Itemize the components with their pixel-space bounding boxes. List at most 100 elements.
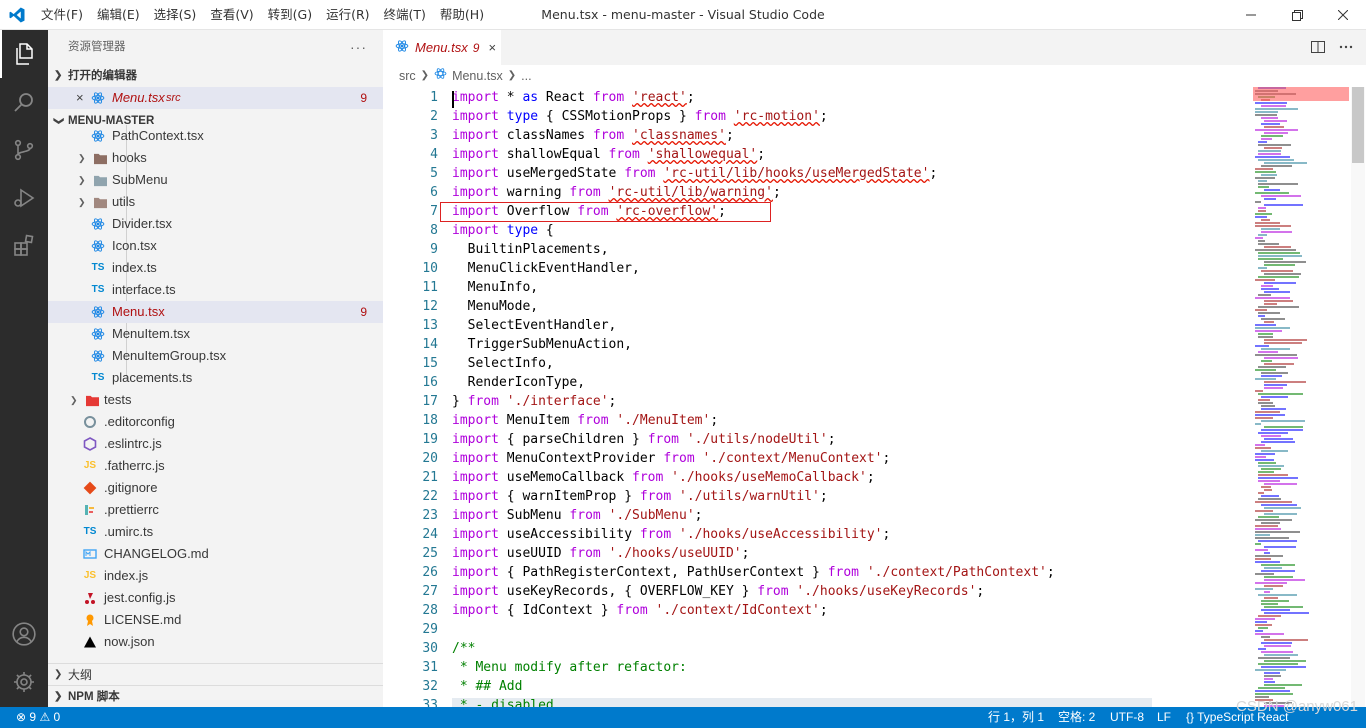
folder-item[interactable]: ❯ hooks: [48, 147, 383, 169]
file-item[interactable]: CHANGELOG.md: [48, 543, 383, 565]
line-number: 3: [430, 128, 438, 143]
close-window-button[interactable]: [1320, 0, 1366, 30]
minimap-line: [1255, 168, 1273, 170]
vertical-scrollbar[interactable]: [1351, 87, 1365, 707]
menu-go[interactable]: 转到(G): [261, 0, 319, 30]
code-line: import type { CSSMotionProps } from 'rc-…: [452, 109, 828, 124]
more-actions-icon[interactable]: ···: [350, 30, 367, 65]
file-item[interactable]: .prettierrc: [48, 499, 383, 521]
split-editor-icon[interactable]: [1310, 39, 1326, 55]
tab-menu-tsx[interactable]: Menu.tsx 9 ×: [383, 30, 501, 65]
minimap-line: [1255, 414, 1285, 416]
file-item[interactable]: JS .fatherrc.js: [48, 455, 383, 477]
code-line: import useMergedState from 'rc-util/lib/…: [452, 166, 938, 181]
source-control-icon[interactable]: [0, 126, 48, 174]
react-file-icon: [90, 304, 106, 320]
close-icon[interactable]: ×: [76, 87, 84, 109]
file-item[interactable]: {} package.json: [48, 653, 383, 657]
breadcrumb-folder[interactable]: src: [399, 65, 416, 87]
menu-help[interactable]: 帮助(H): [433, 0, 491, 30]
menu-run[interactable]: 运行(R): [319, 0, 376, 30]
minimap-line: [1264, 189, 1280, 191]
code-line: import warning from 'rc-util/lib/warning…: [452, 185, 781, 200]
open-editors-section[interactable]: ❯ 打开的编辑器: [48, 65, 383, 87]
menu-terminal[interactable]: 终端(T): [377, 0, 433, 30]
file-item[interactable]: Icon.tsx: [48, 235, 383, 257]
encoding-status[interactable]: UTF-8: [1110, 707, 1144, 728]
react-file-icon: [90, 326, 106, 342]
cursor-position[interactable]: 行 1，列 1: [988, 707, 1044, 728]
chevron-right-icon: ❯: [78, 153, 86, 163]
title-bar: 文件(F) 编辑(E) 选择(S) 查看(V) 转到(G) 运行(R) 终端(T…: [0, 0, 1366, 30]
file-item[interactable]: TS .umirc.ts: [48, 521, 383, 543]
minimap-line: [1258, 255, 1302, 257]
react-file-icon: [90, 128, 106, 144]
problems-status[interactable]: ⊗ 9 ⚠ 0: [16, 707, 60, 728]
menu-file[interactable]: 文件(F): [34, 0, 90, 30]
minimap[interactable]: [1253, 87, 1349, 707]
file-item[interactable]: LICENSE.md: [48, 609, 383, 631]
code-editor[interactable]: 1 import * as React from 'react'; 2 import …: [383, 87, 1253, 707]
line-number: 18: [422, 413, 438, 428]
minimap-line: [1261, 486, 1271, 488]
file-name: LICENSE.md: [104, 612, 182, 627]
breadcrumb-symbol[interactable]: ...: [521, 65, 531, 87]
file-item[interactable]: Divider.tsx: [48, 213, 383, 235]
minimap-line: [1264, 303, 1277, 305]
menu-edit[interactable]: 编辑(E): [90, 0, 147, 30]
file-item[interactable]: TS interface.ts: [48, 279, 383, 301]
npm-scripts-section[interactable]: ❯ NPM 脚本: [48, 685, 383, 707]
folder-item[interactable]: ❯ SubMenu: [48, 169, 383, 191]
file-item[interactable]: TS placements.ts: [48, 367, 383, 389]
file-item[interactable]: .editorconfig: [48, 411, 383, 433]
minimap-line: [1264, 576, 1293, 578]
open-editors-title: 打开的编辑器: [68, 70, 137, 82]
menu-bar: 文件(F) 编辑(E) 选择(S) 查看(V) 转到(G) 运行(R) 终端(T…: [34, 0, 491, 30]
outline-section[interactable]: ❯ 大纲: [48, 663, 383, 685]
indentation-status[interactable]: 空格: 2: [1058, 707, 1095, 728]
activity-bar: [0, 30, 48, 707]
file-item[interactable]: JS index.js: [48, 565, 383, 587]
line-number: 9: [430, 242, 438, 257]
file-item[interactable]: TS index.ts: [48, 257, 383, 279]
folder-item[interactable]: ❯ tests: [48, 389, 383, 411]
restore-button[interactable]: [1274, 0, 1320, 30]
file-item[interactable]: .gitignore: [48, 477, 383, 499]
error-count: 9: [29, 710, 37, 724]
minimap-line: [1261, 372, 1288, 374]
minimize-button[interactable]: [1228, 0, 1274, 30]
menu-view[interactable]: 查看(V): [203, 0, 260, 30]
account-icon[interactable]: [0, 610, 48, 658]
close-tab-icon[interactable]: ×: [488, 40, 496, 55]
git-file-icon: [82, 480, 98, 496]
file-item[interactable]: PathContext.tsx: [48, 125, 383, 147]
minimap-line: [1258, 540, 1297, 542]
file-item[interactable]: Menu.tsx 9: [48, 301, 383, 323]
files-icon[interactable]: [0, 30, 48, 78]
eol-status[interactable]: LF: [1157, 707, 1171, 728]
more-actions-icon[interactable]: [1338, 39, 1354, 55]
file-item[interactable]: .eslintrc.js: [48, 433, 383, 455]
settings-gear-icon[interactable]: [0, 658, 48, 706]
open-editor-item[interactable]: × Menu.tsx src 9: [48, 87, 383, 109]
now-file-icon: [82, 634, 98, 650]
file-item[interactable]: now.json: [48, 631, 383, 653]
file-item[interactable]: jest.config.js: [48, 587, 383, 609]
file-item[interactable]: MenuItemGroup.tsx: [48, 345, 383, 367]
file-name: SubMenu: [112, 172, 168, 187]
menu-selection[interactable]: 选择(S): [147, 0, 204, 30]
tab-label: Menu.tsx: [415, 40, 468, 55]
code-line: * - disabled: [452, 698, 554, 707]
minimap-line: [1261, 195, 1301, 197]
minimap-line: [1261, 228, 1280, 230]
minimap-line: [1264, 672, 1280, 674]
minimap-line: [1255, 459, 1274, 461]
line-number: 4: [430, 147, 438, 162]
file-item[interactable]: MenuItem.tsx: [48, 323, 383, 345]
folder-item[interactable]: ❯ utils: [48, 191, 383, 213]
scrollbar-thumb[interactable]: [1352, 87, 1364, 163]
extensions-icon[interactable]: [0, 222, 48, 270]
search-icon[interactable]: [0, 78, 48, 126]
run-debug-icon[interactable]: [0, 174, 48, 222]
breadcrumb-file[interactable]: Menu.tsx: [452, 65, 503, 87]
